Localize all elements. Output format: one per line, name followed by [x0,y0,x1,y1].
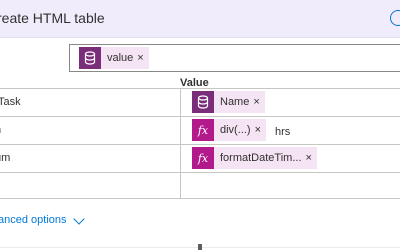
table-row-value-token[interactable]: Name × [192,91,265,113]
html-table-action-card: reate HTML table value × Value /Task [0,0,400,250]
database-icon [192,91,214,113]
token-label: value [107,52,134,64]
action-title: reate HTML table [0,10,105,26]
fx-icon: fx [192,147,214,169]
remove-token-button[interactable]: × [253,96,264,108]
token-label: formatDateTim... [220,152,302,164]
database-icon [79,47,101,69]
header-key-text: um [0,152,11,164]
table-row-value-token[interactable]: fx formatDateTim... × [192,147,317,169]
header-key-text: /Task [0,96,21,108]
header-key-text: n [0,117,1,143]
remove-token-button[interactable]: × [137,52,148,64]
header-key-field[interactable]: n [0,117,180,143]
action-header[interactable]: reate HTML table [0,0,400,38]
remove-token-button[interactable]: × [306,152,317,164]
table-row-value-token[interactable]: fx div(...) × [192,119,266,141]
fx-icon: fx [192,119,214,141]
chevron-down-icon[interactable] [73,213,85,225]
header-key-field[interactable]: /Task [0,89,180,115]
header-key-field[interactable]: um [0,145,180,171]
token-label: Name [220,96,250,108]
token-label: div(...) [220,124,251,136]
show-advanced-options-link[interactable]: anced options [0,214,67,226]
info-icon[interactable] [390,10,400,26]
connector-arrow [198,244,202,250]
new-header-value-field[interactable] [181,173,400,199]
dynamic-content-token[interactable]: value × [79,47,149,69]
value-suffix-text: hrs [275,126,291,138]
remove-token-button[interactable]: × [255,124,266,136]
new-header-key-field[interactable] [0,173,180,199]
